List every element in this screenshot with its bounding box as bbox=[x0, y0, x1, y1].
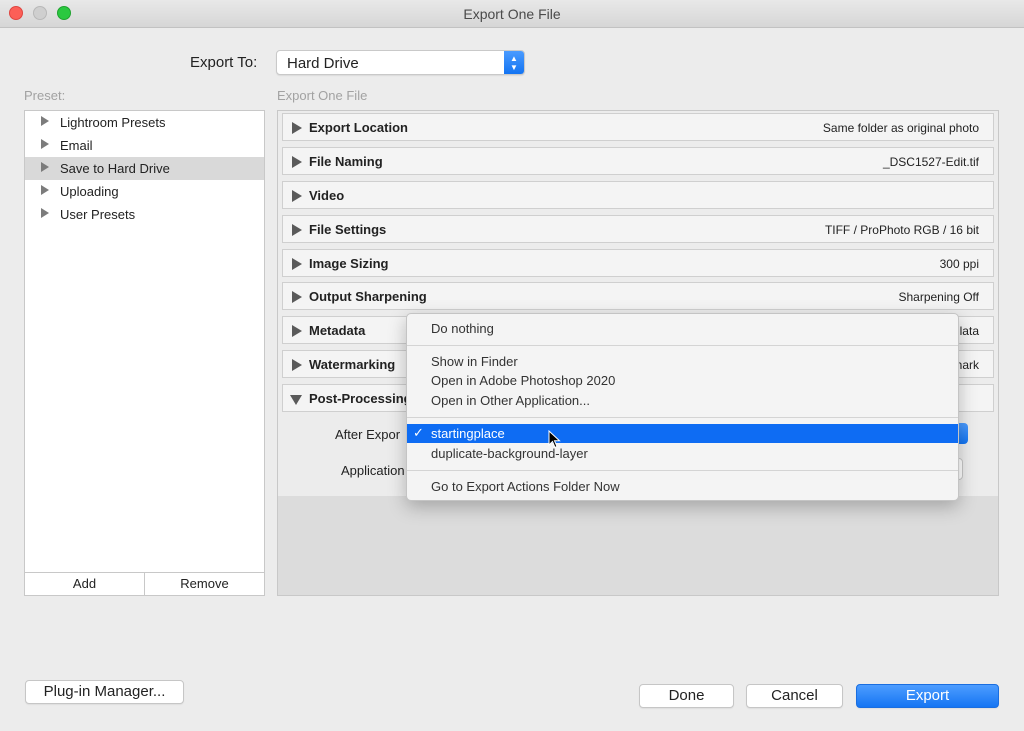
disclosure-triangle-icon[interactable] bbox=[292, 156, 302, 168]
export-to-select[interactable]: Hard Drive ▲ ▼ bbox=[276, 50, 525, 75]
preset-item-user-presets[interactable]: User Presets bbox=[25, 203, 264, 226]
menu-item-open-in-photoshop[interactable]: Open in Adobe Photoshop 2020 bbox=[407, 371, 958, 390]
preset-item-label: User Presets bbox=[60, 207, 136, 222]
disclosure-triangle-icon[interactable] bbox=[292, 325, 302, 337]
menu-item-label: startingplace bbox=[431, 426, 505, 441]
section-summary: lata bbox=[959, 324, 979, 338]
section-summary: _DSC1527-Edit.tif bbox=[882, 155, 979, 169]
menu-item-label: duplicate-background-layer bbox=[431, 446, 588, 461]
preset-item-label: Lightroom Presets bbox=[60, 115, 166, 130]
menu-item-label: Open in Other Application... bbox=[431, 393, 590, 408]
section-title: Image Sizing bbox=[309, 256, 389, 271]
section-summary: 300 ppi bbox=[939, 257, 979, 271]
disclosure-triangle-icon[interactable] bbox=[41, 208, 49, 218]
menu-item-go-to-export-actions-folder[interactable]: Go to Export Actions Folder Now bbox=[407, 477, 958, 496]
done-button[interactable]: Done bbox=[639, 684, 734, 708]
section-summary: TIFF / ProPhoto RGB / 16 bit bbox=[824, 223, 979, 237]
plugin-manager-button[interactable]: Plug-in Manager... bbox=[25, 680, 184, 704]
section-output-sharpening[interactable]: Output Sharpening Sharpening Off bbox=[282, 282, 994, 310]
section-summary: nark bbox=[955, 358, 979, 372]
disclosure-triangle-icon[interactable] bbox=[41, 162, 49, 172]
disclosure-triangle-icon[interactable] bbox=[292, 224, 302, 236]
menu-item-label: Do nothing bbox=[431, 321, 494, 336]
disclosure-triangle-icon[interactable] bbox=[292, 190, 302, 202]
cancel-button[interactable]: Cancel bbox=[746, 684, 843, 708]
section-title: Metadata bbox=[309, 323, 366, 338]
preset-item-label: Email bbox=[60, 138, 93, 153]
section-summary: Same folder as original photo bbox=[822, 121, 979, 135]
menu-separator bbox=[407, 470, 958, 471]
menu-item-label: Show in Finder bbox=[431, 354, 518, 369]
section-image-sizing[interactable]: Image Sizing 300 ppi bbox=[282, 249, 994, 277]
preset-item-email[interactable]: Email bbox=[25, 134, 264, 157]
section-title: Watermarking bbox=[309, 357, 396, 372]
menu-item-open-in-other-application[interactable]: Open in Other Application... bbox=[407, 391, 958, 410]
checkmark-icon: ✓ bbox=[413, 425, 424, 440]
window-title: Export One File bbox=[463, 6, 561, 22]
preset-list: Lightroom Presets Email Save to Hard Dri… bbox=[24, 110, 265, 596]
disclosure-triangle-open-icon[interactable] bbox=[290, 395, 302, 405]
disclosure-triangle-icon[interactable] bbox=[292, 258, 302, 270]
disclosure-triangle-icon[interactable] bbox=[292, 291, 302, 303]
export-dialog: Export One File Export To: Hard Drive ▲ ▼… bbox=[0, 0, 1024, 731]
section-title: Export Location bbox=[309, 120, 408, 135]
preset-buttons: Add Remove bbox=[25, 572, 264, 595]
remove-preset-button[interactable]: Remove bbox=[145, 573, 264, 595]
menu-item-show-in-finder[interactable]: Show in Finder bbox=[407, 352, 958, 371]
preset-item-label: Uploading bbox=[60, 184, 119, 199]
preset-item-lightroom-presets[interactable]: Lightroom Presets bbox=[25, 111, 264, 134]
menu-item-startingplace[interactable]: ✓ startingplace bbox=[407, 424, 958, 443]
title-bar: Export One File bbox=[0, 0, 1024, 28]
disclosure-triangle-icon[interactable] bbox=[41, 139, 49, 149]
export-to-value: Hard Drive bbox=[287, 55, 359, 72]
preset-item-uploading[interactable]: Uploading bbox=[25, 180, 264, 203]
section-file-naming[interactable]: File Naming _DSC1527-Edit.tif bbox=[282, 147, 994, 175]
after-export-menu: Do nothing Show in Finder Open in Adobe … bbox=[406, 313, 959, 501]
mouse-cursor-icon bbox=[548, 430, 561, 449]
menu-item-do-nothing[interactable]: Do nothing bbox=[407, 319, 958, 338]
disclosure-triangle-icon[interactable] bbox=[41, 185, 49, 195]
section-summary: Sharpening Off bbox=[898, 290, 979, 304]
menu-item-label: Go to Export Actions Folder Now bbox=[431, 479, 620, 494]
add-preset-button[interactable]: Add bbox=[25, 573, 145, 595]
section-file-settings[interactable]: File Settings TIFF / ProPhoto RGB / 16 b… bbox=[282, 215, 994, 243]
section-title: Output Sharpening bbox=[309, 289, 427, 304]
application-label: Application bbox=[341, 463, 405, 478]
disclosure-triangle-icon[interactable] bbox=[292, 359, 302, 371]
section-video[interactable]: Video bbox=[282, 181, 994, 209]
export-to-label: Export To: bbox=[190, 54, 258, 71]
disclosure-triangle-icon[interactable] bbox=[292, 122, 302, 134]
menu-item-duplicate-background-layer[interactable]: duplicate-background-layer bbox=[407, 444, 958, 463]
export-button[interactable]: Export bbox=[856, 684, 999, 708]
preset-header: Preset: bbox=[24, 88, 66, 103]
chevron-updown-icon: ▲ ▼ bbox=[504, 51, 524, 74]
menu-separator bbox=[407, 417, 958, 418]
menu-item-label: Open in Adobe Photoshop 2020 bbox=[431, 373, 616, 388]
after-export-select-stepper[interactable] bbox=[958, 423, 968, 444]
menu-separator bbox=[407, 345, 958, 346]
section-export-location[interactable]: Export Location Same folder as original … bbox=[282, 113, 994, 141]
section-title: Post-Processing bbox=[309, 391, 412, 406]
export-one-file-header: Export One File bbox=[277, 88, 368, 103]
preset-item-save-to-hard-drive[interactable]: Save to Hard Drive bbox=[25, 157, 264, 180]
section-title: File Settings bbox=[309, 222, 387, 237]
disclosure-triangle-icon[interactable] bbox=[41, 116, 49, 126]
section-title: File Naming bbox=[309, 154, 383, 169]
preset-item-label: Save to Hard Drive bbox=[60, 161, 170, 176]
section-title: Video bbox=[309, 188, 345, 203]
after-export-label: After Expor bbox=[335, 427, 401, 442]
